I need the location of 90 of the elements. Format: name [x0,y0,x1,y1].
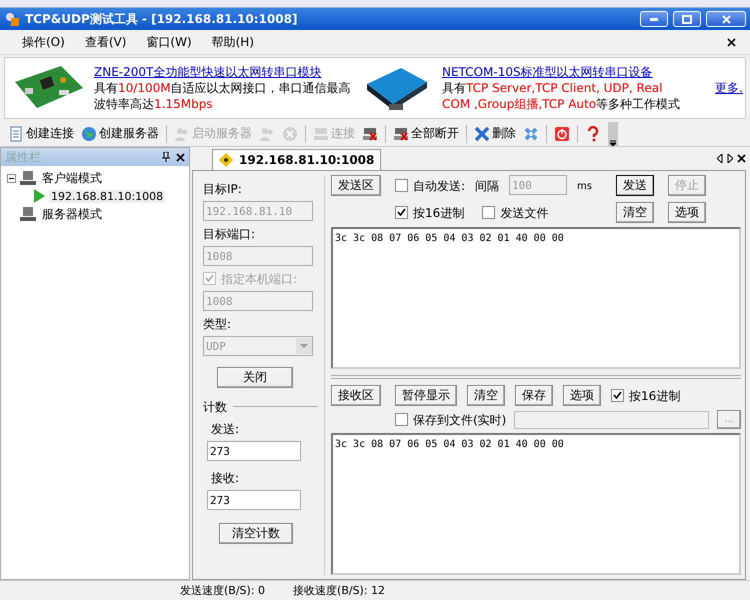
status-text: 接收速度(B/S): 12 [293,583,386,598]
sent-count-field[interactable]: 273 [207,441,301,461]
play-icon [33,189,45,203]
menu-item[interactable]: 窗口(W) [138,32,200,52]
send-button[interactable]: 发送 [616,175,654,196]
document-icon [8,126,24,142]
tree-item[interactable]: 192.168.81.10:1008 [49,190,166,202]
field-label: 接收: [211,470,240,487]
checkbox[interactable] [611,389,624,402]
window-title: TCP&UDP测试工具 - [192.168.81.10:1008] [25,10,298,28]
checkbox[interactable] [395,206,408,219]
checkbox-label: 按16进制 [629,388,680,405]
ad-description: 具有TCP Server,TCP Client, UDP, Real [442,80,664,96]
send-text-area[interactable]: 3c 3c 08 07 06 05 04 03 02 01 40 00 00 [331,227,741,369]
pin-icon[interactable] [162,152,170,162]
ad-description: 具有10/100M自适应以太网接口，串口通信最高 [94,80,351,96]
minimize-icon [650,18,658,20]
close-connection-button[interactable]: 关闭 [217,367,293,388]
toolbar-button[interactable]: 创建连接 [6,125,76,142]
maximize-icon [682,14,692,24]
close-icon[interactable] [176,152,185,162]
received-count-field[interactable]: 273 [207,490,301,510]
caret-icon [610,140,616,146]
expand-toggle[interactable] [7,174,16,182]
people-icon [259,126,275,142]
overflow-button[interactable] [608,122,618,146]
receive-text-area[interactable]: 3c 3c 08 07 06 05 04 03 02 01 40 00 00 [331,433,741,575]
tree-item[interactable]: 服务器模式 [40,206,104,222]
checkbox-label: 指定本机端口: [221,271,298,288]
toolbar-button[interactable]: 删除 [472,125,518,142]
disconnect-icon [393,126,409,142]
toolbar-button[interactable]: 创建服务器 [79,125,161,142]
menu-item[interactable]: 操作(O) [14,32,73,52]
delete-icon [474,126,490,142]
group-title: 计数 [203,399,227,416]
menu-item[interactable]: 帮助(H) [204,32,262,52]
cross-icon [523,126,539,142]
field-label: 目标IP: [203,181,243,198]
stop-icon [282,126,298,142]
checkbox[interactable] [482,206,496,219]
receive-action-button[interactable]: 清空 [467,385,505,406]
app-icon [4,11,20,27]
panel-title: 属性栏 [5,148,42,166]
more-link[interactable]: 更多. [715,80,745,96]
clear-button[interactable]: 清空 [616,202,654,223]
computer-icon [20,171,36,185]
ad-link[interactable]: ZNE-200T全功能型快速以太网转串口模块 [94,64,351,80]
scroll-right-button[interactable] [727,154,733,163]
ad-description: 波特率高达1.15Mbps [94,96,214,112]
unit-label: ms [577,180,592,192]
toolbar-button[interactable]: 全部断开 [391,125,461,142]
options-button[interactable]: 选项 [668,202,706,223]
field-label: 发送: [211,421,240,438]
menu-item[interactable]: 查看(V) [76,32,134,52]
tree-item[interactable]: 客户端模式 [40,170,104,186]
scroll-left-button[interactable] [717,154,723,163]
toolbar-button[interactable] [360,126,380,142]
checkbox-label: 发送文件 [500,205,548,222]
status-text: 发送速度(B/S): 0 [180,583,266,598]
warning-icon [219,153,233,167]
field-label: 目标端口: [203,226,256,243]
clear-count-button[interactable]: 清空计数 [219,523,293,544]
toolbar-button[interactable] [552,126,572,142]
minimize-button[interactable] [640,11,668,27]
receive-action-button[interactable]: 选项 [563,385,601,406]
receive-area-button[interactable]: 接收区 [331,385,381,406]
checkbox-label: 自动发送: [413,178,466,194]
send-area-button[interactable]: 发送区 [331,175,381,196]
people-icon [174,126,190,142]
power-icon [554,126,570,142]
checkbox-label: 按16进制 [413,205,464,222]
close-icon [722,14,730,24]
help-icon [585,126,601,142]
globe-icon [81,126,97,142]
ad-description: COM ,Group组播,TCP Auto等多种工作模式 [442,96,680,112]
ad-link[interactable]: NETCOM-10S标准型以太网转串口设备 [442,64,680,80]
computer-icon [20,207,36,221]
field-label: 间隔 [475,178,500,194]
network-icon [313,126,329,142]
checkbox[interactable] [395,413,408,426]
checkbox-label: 保存到文件(实时) [413,412,506,429]
checkbox[interactable] [395,178,408,192]
field-label: 类型: [203,316,232,333]
disconnect-icon [362,126,378,142]
receive-action-button[interactable]: 暂停显示 [395,385,457,406]
document-tab[interactable]: 192.168.81.10:1008 [212,149,382,170]
close-button[interactable] [727,38,736,46]
close-button[interactable] [737,154,746,163]
receive-action-button[interactable]: 保存 [515,385,553,406]
maximize-button[interactable] [673,11,701,27]
